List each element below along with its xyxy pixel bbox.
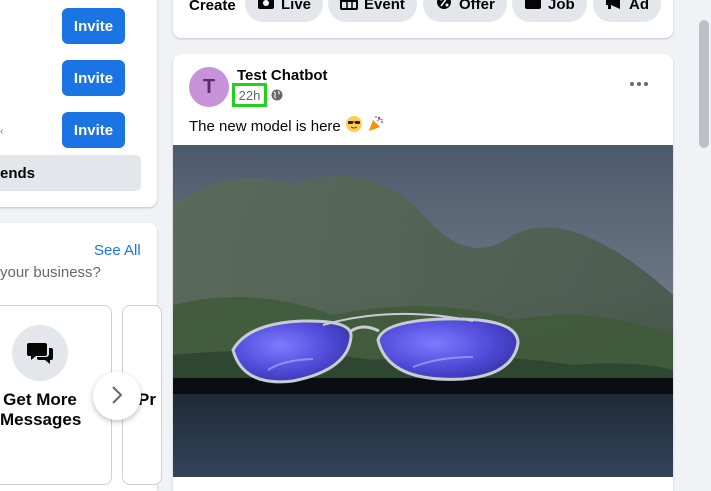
megaphone-icon	[605, 0, 623, 14]
chevron-right-icon	[110, 385, 124, 408]
post-author[interactable]: Test Chatbot	[237, 67, 328, 84]
calendar-icon	[340, 0, 358, 14]
tile-label: Get More Messages	[0, 390, 82, 429]
dot-icon	[637, 82, 641, 86]
sunglasses-emoji-icon	[345, 115, 363, 137]
avatar[interactable]: T	[189, 67, 229, 107]
live-video-icon	[257, 0, 275, 14]
timestamp-label: 22h	[238, 87, 261, 103]
see-all-link[interactable]: See All	[94, 242, 141, 259]
create-label: Create	[189, 0, 236, 14]
create-job-button[interactable]: Job	[512, 0, 587, 22]
truncated-text-marker: ‹	[0, 126, 4, 137]
scrollbar-thumb[interactable]	[699, 20, 709, 148]
messenger-icon	[12, 325, 68, 381]
create-live-button[interactable]: Live	[245, 0, 324, 22]
see-friends-button[interactable]: ends	[0, 155, 141, 191]
more-options-button[interactable]	[624, 74, 654, 94]
post-text-content: The new model is here	[189, 117, 341, 135]
event-label: Event	[364, 0, 405, 13]
live-label: Live	[281, 0, 312, 13]
invite-button[interactable]: Invite	[62, 112, 125, 148]
carousel-next-button[interactable]	[93, 372, 141, 420]
offer-label: Offer	[459, 0, 495, 13]
invite-button[interactable]: Invite	[62, 60, 125, 96]
friends-button-label: ends	[0, 164, 36, 182]
party-popper-emoji-icon	[367, 115, 385, 137]
invite-button[interactable]: Invite	[62, 8, 125, 44]
job-label: Job	[548, 0, 575, 13]
dot-icon	[630, 82, 634, 86]
post-photo[interactable]	[173, 145, 673, 477]
create-event-button[interactable]: Event	[328, 0, 417, 22]
briefcase-icon	[524, 0, 542, 14]
create-offer-button[interactable]: Offer	[423, 0, 507, 22]
ad-label: Ad	[629, 0, 649, 13]
globe-icon	[271, 88, 283, 106]
business-question: your business?	[0, 264, 101, 281]
post-text: The new model is here	[189, 115, 385, 137]
dot-icon	[644, 82, 648, 86]
post-timestamp[interactable]: 22h	[232, 83, 267, 107]
create-ad-button[interactable]: Ad	[593, 0, 661, 22]
percent-tag-icon	[435, 0, 453, 14]
